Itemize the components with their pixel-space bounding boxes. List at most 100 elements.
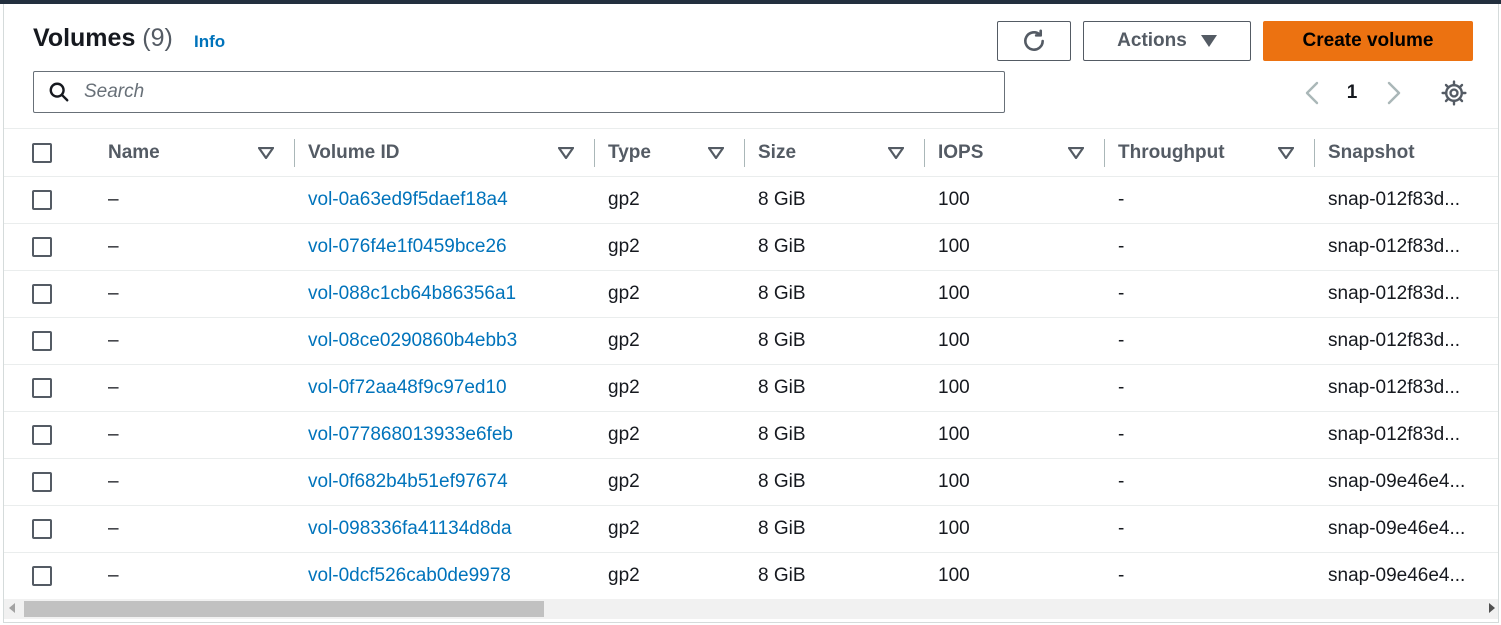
chevron-left-icon — [1305, 81, 1319, 105]
row-select-cell — [4, 506, 94, 553]
scroll-right-arrow-icon[interactable] — [1489, 603, 1495, 613]
volume-id-link[interactable]: vol-088c1cb64b86356a1 — [294, 271, 594, 318]
cell-size: 8 GiB — [758, 330, 806, 351]
cell-snapshot: snap-012f83d... — [1328, 283, 1461, 304]
actions-label: Actions — [1117, 30, 1187, 51]
refresh-icon — [1024, 29, 1044, 51]
column-header-snapshot[interactable]: Snapshot — [1314, 129, 1499, 177]
row-checkbox[interactable] — [32, 471, 52, 492]
info-link[interactable]: Info — [194, 32, 225, 52]
column-separator[interactable] — [924, 139, 925, 167]
cell-size: 8 GiB — [758, 424, 806, 445]
cell-throughput: - — [1118, 377, 1125, 398]
scrollbar-thumb[interactable] — [24, 601, 544, 617]
column-header-iops[interactable]: IOPS — [924, 129, 1104, 177]
cell-throughput: - — [1118, 330, 1125, 351]
current-page-number[interactable]: 1 — [1339, 78, 1365, 108]
cell-size: 8 GiB — [758, 283, 806, 304]
filter-dropdown-icon[interactable] — [258, 146, 274, 159]
table-row[interactable]: – vol-088c1cb64b86356a1 gp2 8 GiB 100 - … — [4, 271, 1498, 318]
cell-name: – — [108, 518, 119, 539]
column-separator[interactable] — [294, 139, 295, 167]
table-row[interactable]: – vol-076f4e1f0459bce26 gp2 8 GiB 100 - … — [4, 224, 1498, 271]
volumes-panel: Volumes (9) Info Actions Create volume 1 — [3, 4, 1499, 623]
cell-size: 8 GiB — [758, 518, 806, 539]
table-row[interactable]: – vol-08ce0290860b4ebb3 gp2 8 GiB 100 - … — [4, 318, 1498, 365]
table-row[interactable]: – vol-0dcf526cab0de9978 gp2 8 GiB 100 - … — [4, 553, 1498, 600]
select-all-checkbox[interactable] — [32, 142, 52, 163]
row-checkbox[interactable] — [32, 518, 52, 539]
volume-id-link[interactable]: vol-077868013933e6feb — [294, 412, 594, 459]
cell-snapshot: snap-012f83d... — [1328, 189, 1461, 210]
row-checkbox[interactable] — [32, 377, 52, 398]
search-icon — [49, 82, 69, 102]
column-header-name[interactable]: Name — [94, 129, 294, 177]
cell-name: – — [108, 236, 119, 257]
column-header-label: Snapshot — [1328, 141, 1415, 163]
horizontal-scrollbar[interactable] — [4, 599, 1498, 619]
volume-id-link[interactable]: vol-098336fa41134d8da — [294, 506, 594, 553]
next-page-button[interactable] — [1379, 78, 1409, 108]
previous-page-button[interactable] — [1297, 78, 1327, 108]
scroll-left-arrow-icon[interactable] — [9, 603, 15, 613]
row-select-cell — [4, 553, 94, 600]
preferences-button[interactable] — [1437, 78, 1471, 108]
refresh-button[interactable] — [997, 21, 1071, 61]
cell-type: gp2 — [608, 471, 640, 492]
filter-dropdown-icon[interactable] — [1498, 147, 1499, 159]
column-separator[interactable] — [1314, 139, 1315, 167]
table-row[interactable]: – vol-0a63ed9f5daef18a4 gp2 8 GiB 100 - … — [4, 177, 1498, 224]
cell-throughput: - — [1118, 424, 1125, 445]
row-checkbox[interactable] — [32, 236, 52, 257]
cell-type: gp2 — [608, 236, 640, 257]
chevron-right-icon — [1387, 81, 1401, 105]
volume-id-link[interactable]: vol-0f682b4b51ef97674 — [294, 459, 594, 506]
actions-button[interactable]: Actions — [1083, 21, 1251, 61]
cell-type: gp2 — [608, 377, 640, 398]
cell-size: 8 GiB — [758, 565, 806, 586]
row-checkbox[interactable] — [32, 565, 52, 586]
caret-down-icon — [1200, 35, 1217, 47]
cell-type: gp2 — [608, 424, 640, 445]
volume-id-link[interactable]: vol-0a63ed9f5daef18a4 — [294, 177, 594, 224]
volume-id-link[interactable]: vol-08ce0290860b4ebb3 — [294, 318, 594, 365]
column-header-label: Throughput — [1118, 141, 1225, 163]
cell-throughput: - — [1118, 565, 1125, 586]
cell-name: – — [108, 424, 119, 445]
volume-id-link[interactable]: vol-0f72aa48f9c97ed10 — [294, 365, 594, 412]
column-header-type[interactable]: Type — [594, 129, 744, 177]
cell-type: gp2 — [608, 189, 640, 210]
column-separator[interactable] — [1104, 139, 1105, 167]
create-volume-button[interactable]: Create volume — [1263, 21, 1473, 61]
volumes-table: Name Volume ID Type Size IOPS Throughput… — [4, 128, 1499, 600]
column-header-size[interactable]: Size — [744, 129, 924, 177]
filter-dropdown-icon[interactable] — [708, 146, 724, 159]
row-checkbox[interactable] — [32, 424, 52, 445]
row-checkbox[interactable] — [32, 283, 52, 304]
table-row[interactable]: – vol-0f682b4b51ef97674 gp2 8 GiB 100 - … — [4, 459, 1498, 506]
row-checkbox[interactable] — [32, 189, 52, 210]
search-input[interactable] — [82, 80, 966, 104]
volume-id-link[interactable]: vol-076f4e1f0459bce26 — [294, 224, 594, 271]
filter-dropdown-icon[interactable] — [1068, 146, 1084, 159]
column-separator[interactable] — [594, 139, 595, 167]
filter-dropdown-icon[interactable] — [1278, 146, 1294, 159]
page-title-text: Volumes — [33, 24, 136, 52]
cell-size: 8 GiB — [758, 377, 806, 398]
column-header-throughput[interactable]: Throughput — [1104, 129, 1314, 177]
column-separator[interactable] — [744, 139, 745, 167]
cell-size: 8 GiB — [758, 236, 806, 257]
filter-dropdown-icon[interactable] — [888, 146, 904, 159]
page-title: Volumes (9) — [33, 24, 173, 53]
table-row[interactable]: – vol-0f72aa48f9c97ed10 gp2 8 GiB 100 - … — [4, 365, 1498, 412]
table-row[interactable]: – vol-098336fa41134d8da gp2 8 GiB 100 - … — [4, 506, 1498, 553]
cell-name: – — [108, 189, 119, 210]
filter-dropdown-icon[interactable] — [558, 146, 574, 159]
search-box[interactable] — [33, 71, 1005, 113]
gear-icon — [1441, 80, 1467, 106]
row-checkbox[interactable] — [32, 330, 52, 351]
column-header-volume-id[interactable]: Volume ID — [294, 129, 594, 177]
column-header-label: IOPS — [938, 141, 984, 163]
volume-id-link[interactable]: vol-0dcf526cab0de9978 — [294, 553, 594, 600]
table-row[interactable]: – vol-077868013933e6feb gp2 8 GiB 100 - … — [4, 412, 1498, 459]
